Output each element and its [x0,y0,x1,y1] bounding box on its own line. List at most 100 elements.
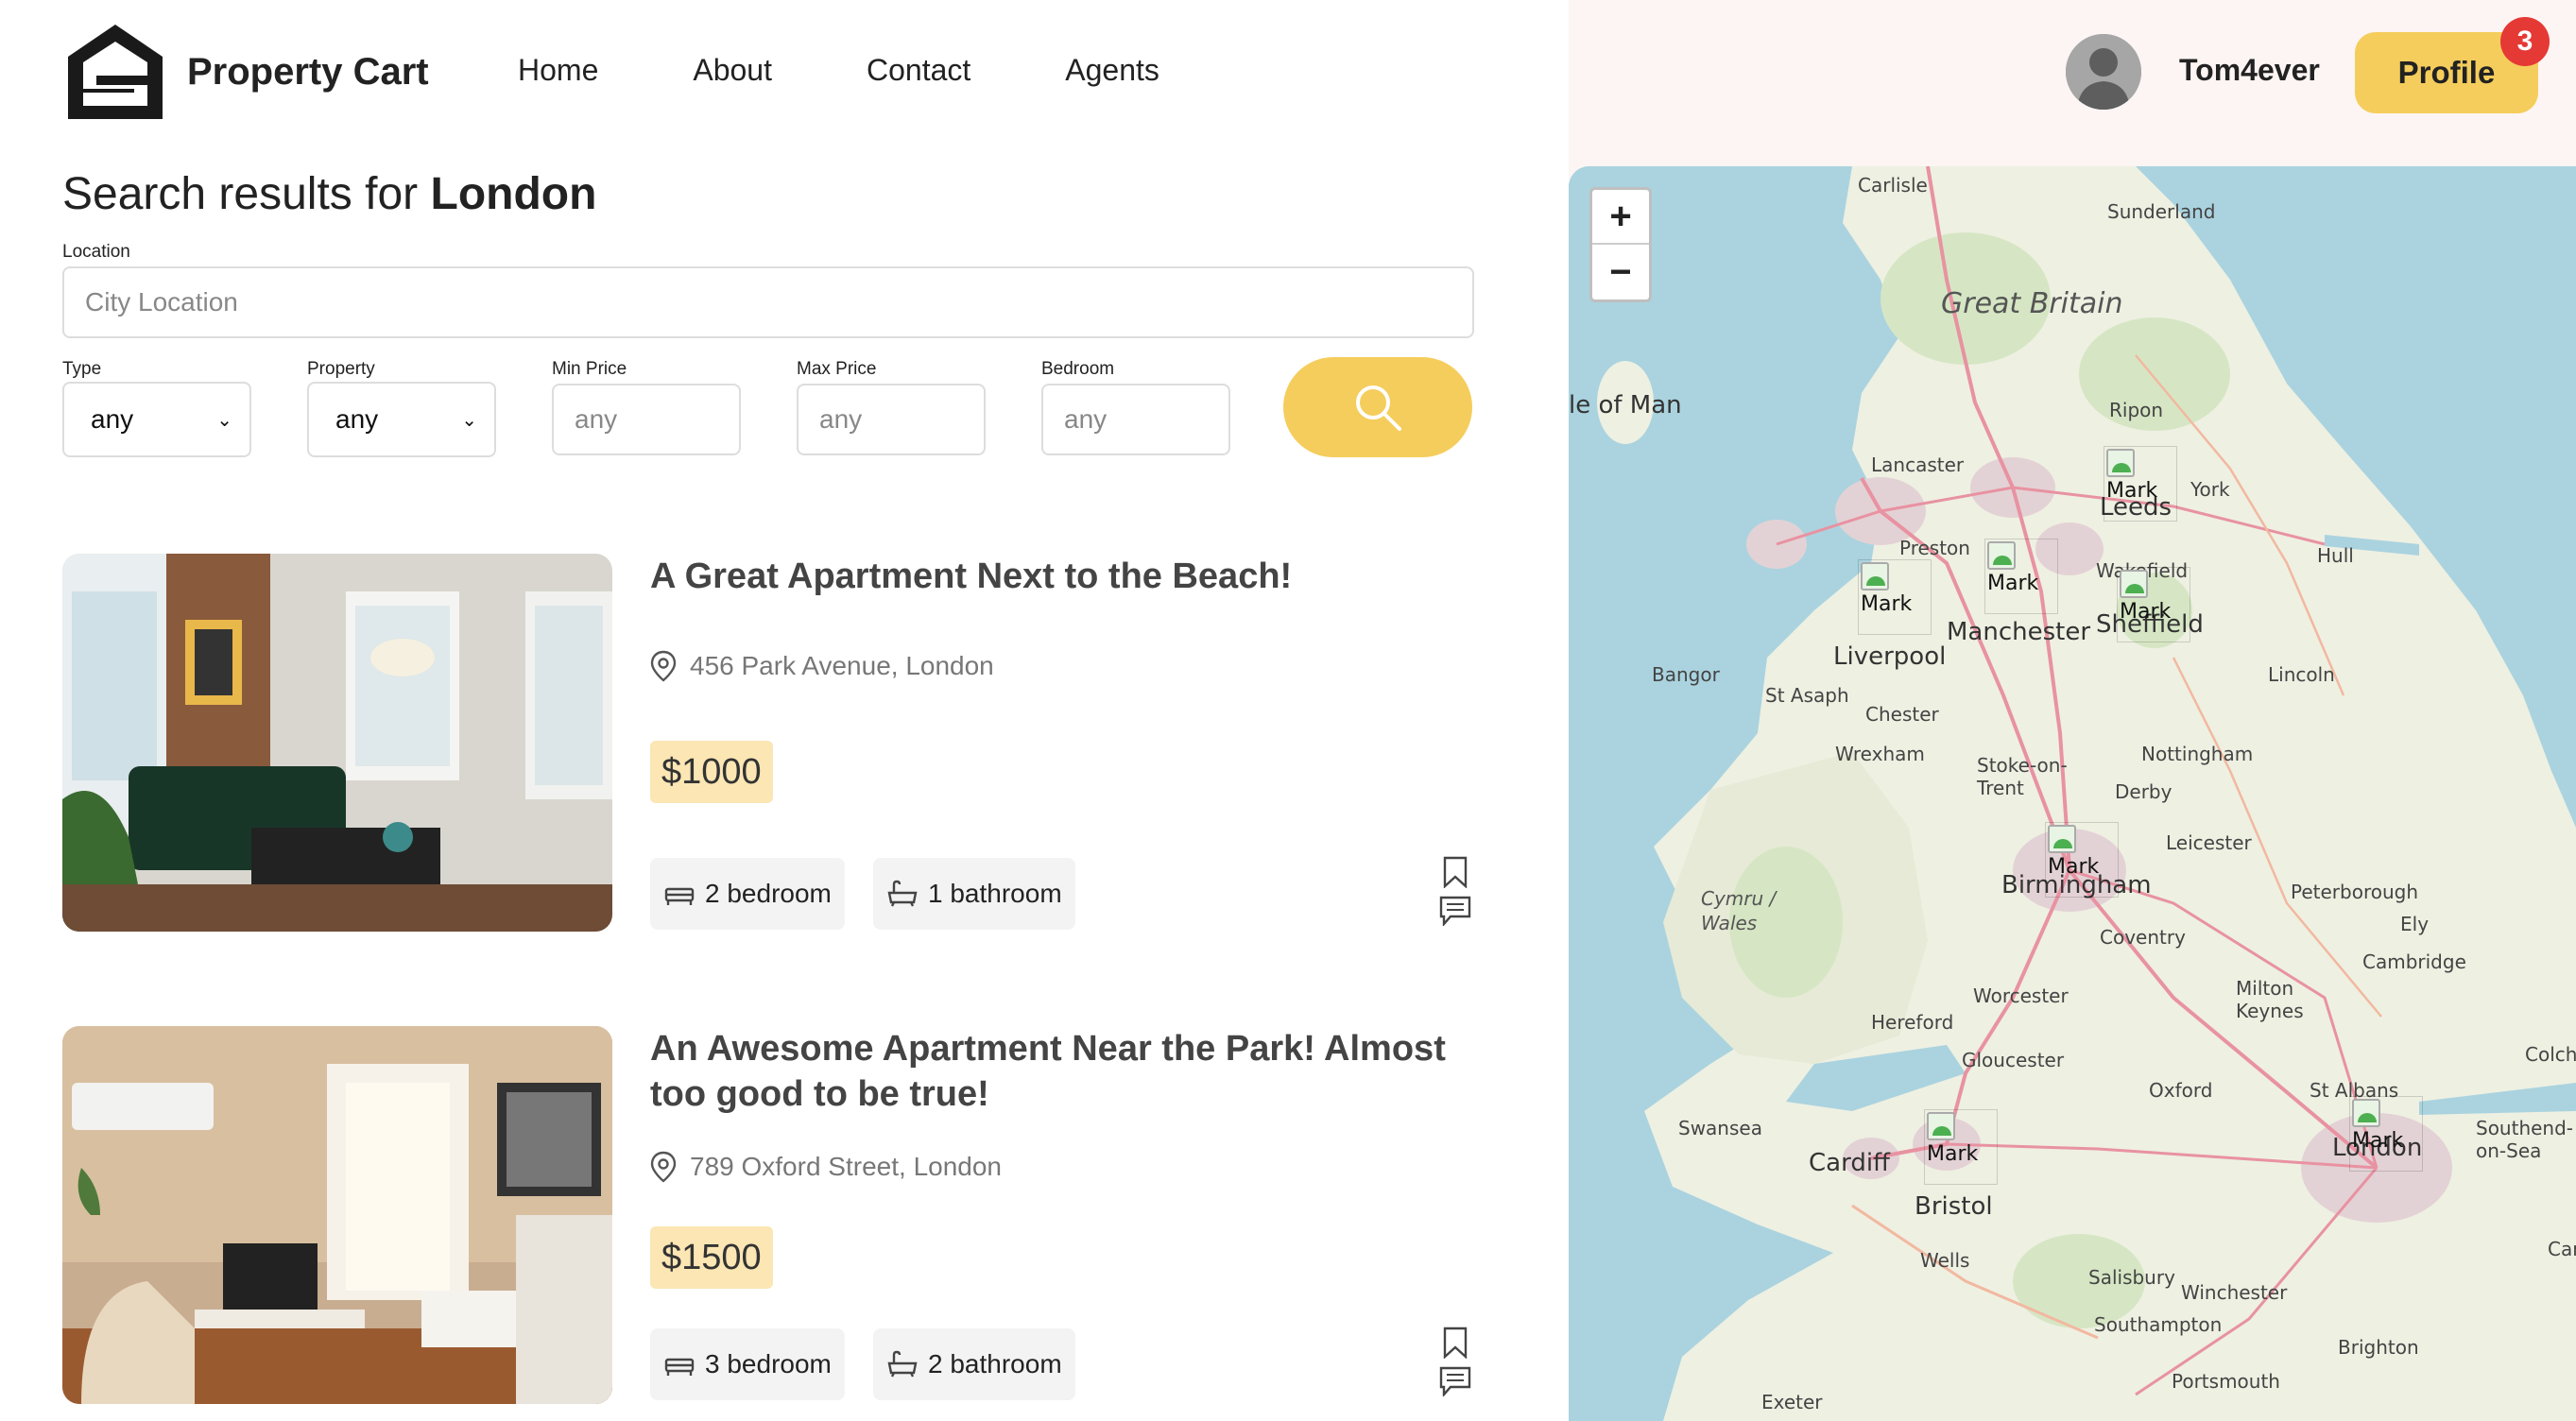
listing-address: 456 Park Avenue, London [650,650,994,682]
location-label: Location [62,242,130,262]
map-label-winchester: Winchester [2181,1281,2288,1304]
broken-image-icon [2048,825,2076,853]
main-nav: Home About Contact Agents [518,53,1254,88]
marker-label: Mark [1861,592,1913,616]
map-label-oxford: Oxford [2149,1079,2213,1102]
marker-label: Mark [1987,572,2039,595]
chevron-down-icon: ⌄ [461,409,477,431]
bedroom-text: 3 bedroom [705,1349,832,1378]
max-price-placeholder: any [819,404,863,434]
nav-home[interactable]: Home [518,53,598,88]
chat-icon[interactable] [1439,896,1471,926]
listing-actions [1436,856,1474,926]
type-value: any [91,404,134,434]
bedroom-input[interactable]: any [1041,384,1230,455]
bookmark-icon[interactable] [1441,856,1469,888]
map-label-brighton: Brighton [2338,1336,2419,1359]
listing-card[interactable]: An Awesome Apartment Near the Park! Almo… [62,1026,1474,1404]
map-label-ripon: Ripon [2109,399,2164,421]
location-pin-icon [650,650,677,682]
zoom-in-button[interactable]: + [1592,190,1649,245]
min-price-input[interactable]: any [552,384,741,455]
type-select[interactable]: any ⌄ [62,382,251,457]
bed-icon [664,887,695,905]
bedroom-count: 2 bedroom [650,858,845,930]
map-label-wells: Wells [1920,1249,1970,1272]
map-label-bristol: Bristol [1915,1192,1993,1221]
address-text: 456 Park Avenue, London [690,651,994,680]
search-icon [1356,385,1401,431]
map-label-bangor: Bangor [1652,663,1720,686]
listing-title[interactable]: An Awesome Apartment Near the Park! Almo… [650,1026,1463,1117]
search-button[interactable] [1283,357,1472,457]
map-label-carlisle: Carlisle [1858,174,1928,197]
marker-label: Mark [2120,600,2172,624]
bedroom-placeholder: any [1064,404,1108,434]
user-icon [2066,34,2141,110]
map-marker[interactable]: Mark [2349,1096,2423,1172]
location-input[interactable]: City Location [62,266,1474,338]
property-value: any [335,404,379,434]
map-view[interactable]: + − Carlisle Sunderland Great Britain le… [1569,166,2576,1421]
map-marker[interactable]: Mark [1984,539,2058,614]
address-text: 789 Oxford Street, London [690,1152,1002,1181]
broken-image-icon [1987,541,2016,570]
map-label-exeter: Exeter [1761,1391,1823,1413]
map-label-southampton: Southampton [2094,1313,2223,1336]
map-marker[interactable]: Mark [2045,822,2119,898]
location-placeholder: City Location [85,287,238,317]
title-city: London [430,169,597,219]
map-label-colchester: Colches [2525,1043,2576,1066]
bedroom-count: 3 bedroom [650,1328,845,1400]
zoom-control: + − [1589,187,1652,302]
bathroom-text: 1 bathroom [928,879,1062,908]
brand-name: Property Cart [187,50,429,93]
property-select[interactable]: any ⌄ [307,382,496,457]
listing-title[interactable]: A Great Apartment Next to the Beach! [650,554,1463,599]
broken-image-icon [1861,562,1889,591]
listings-panel: Property Cart Home About Contact Agents … [0,0,1569,1421]
map-label-canterbury: Cant [2548,1238,2576,1260]
map-label-worcester: Worcester [1973,984,2069,1007]
map-label-great-britain: Great Britain [1941,287,2123,320]
map-label-ely: Ely [2400,913,2430,935]
zoom-out-button[interactable]: − [1592,245,1649,300]
bathroom-count: 2 bathroom [873,1328,1075,1400]
user-avatar[interactable] [2066,34,2141,110]
bed-icon [664,1358,695,1376]
map-label-hereford: Hereford [1871,1011,1954,1034]
bedroom-text: 2 bedroom [705,879,832,908]
listing-photo[interactable] [62,1026,612,1404]
map-label-leicester: Leicester [2166,831,2252,854]
type-label: Type [62,359,102,379]
map-label-isle-of-man: le of Man [1569,391,1682,419]
location-pin-icon [650,1151,677,1183]
map-marker[interactable]: Mark [1858,559,1932,635]
nav-about[interactable]: About [693,53,772,88]
nav-contact[interactable]: Contact [867,53,970,88]
map-label-lancaster: Lancaster [1871,454,1965,476]
brand-logo[interactable]: Property Cart [62,19,429,125]
listing-actions [1436,1327,1474,1396]
page-title: Search results for London [62,168,596,220]
max-price-input[interactable]: any [797,384,986,455]
broken-image-icon [2352,1099,2380,1127]
broken-image-icon [1927,1112,1955,1140]
property-label: Property [307,359,375,379]
listing-address: 789 Oxford Street, London [650,1151,1002,1183]
map-marker[interactable]: Mark [2117,567,2190,642]
username[interactable]: Tom4ever [2179,53,2320,88]
map-marker[interactable]: Mark [2104,446,2177,522]
listing-photo[interactable] [62,554,612,932]
listing-card[interactable]: A Great Apartment Next to the Beach! 456… [62,554,1474,932]
map-label-coventry: Coventry [2100,926,2186,949]
map-label-manchester: Manchester [1947,618,2091,646]
bookmark-icon[interactable] [1441,1327,1469,1359]
min-price-placeholder: any [575,404,618,434]
bathtub-icon [887,1350,918,1378]
nav-agents[interactable]: Agents [1065,53,1159,88]
map-marker[interactable]: Mark [1924,1109,1998,1185]
chat-icon[interactable] [1439,1366,1471,1396]
map-label-portsmouth: Portsmouth [2172,1370,2280,1393]
notification-badge[interactable]: 3 [2500,17,2550,66]
